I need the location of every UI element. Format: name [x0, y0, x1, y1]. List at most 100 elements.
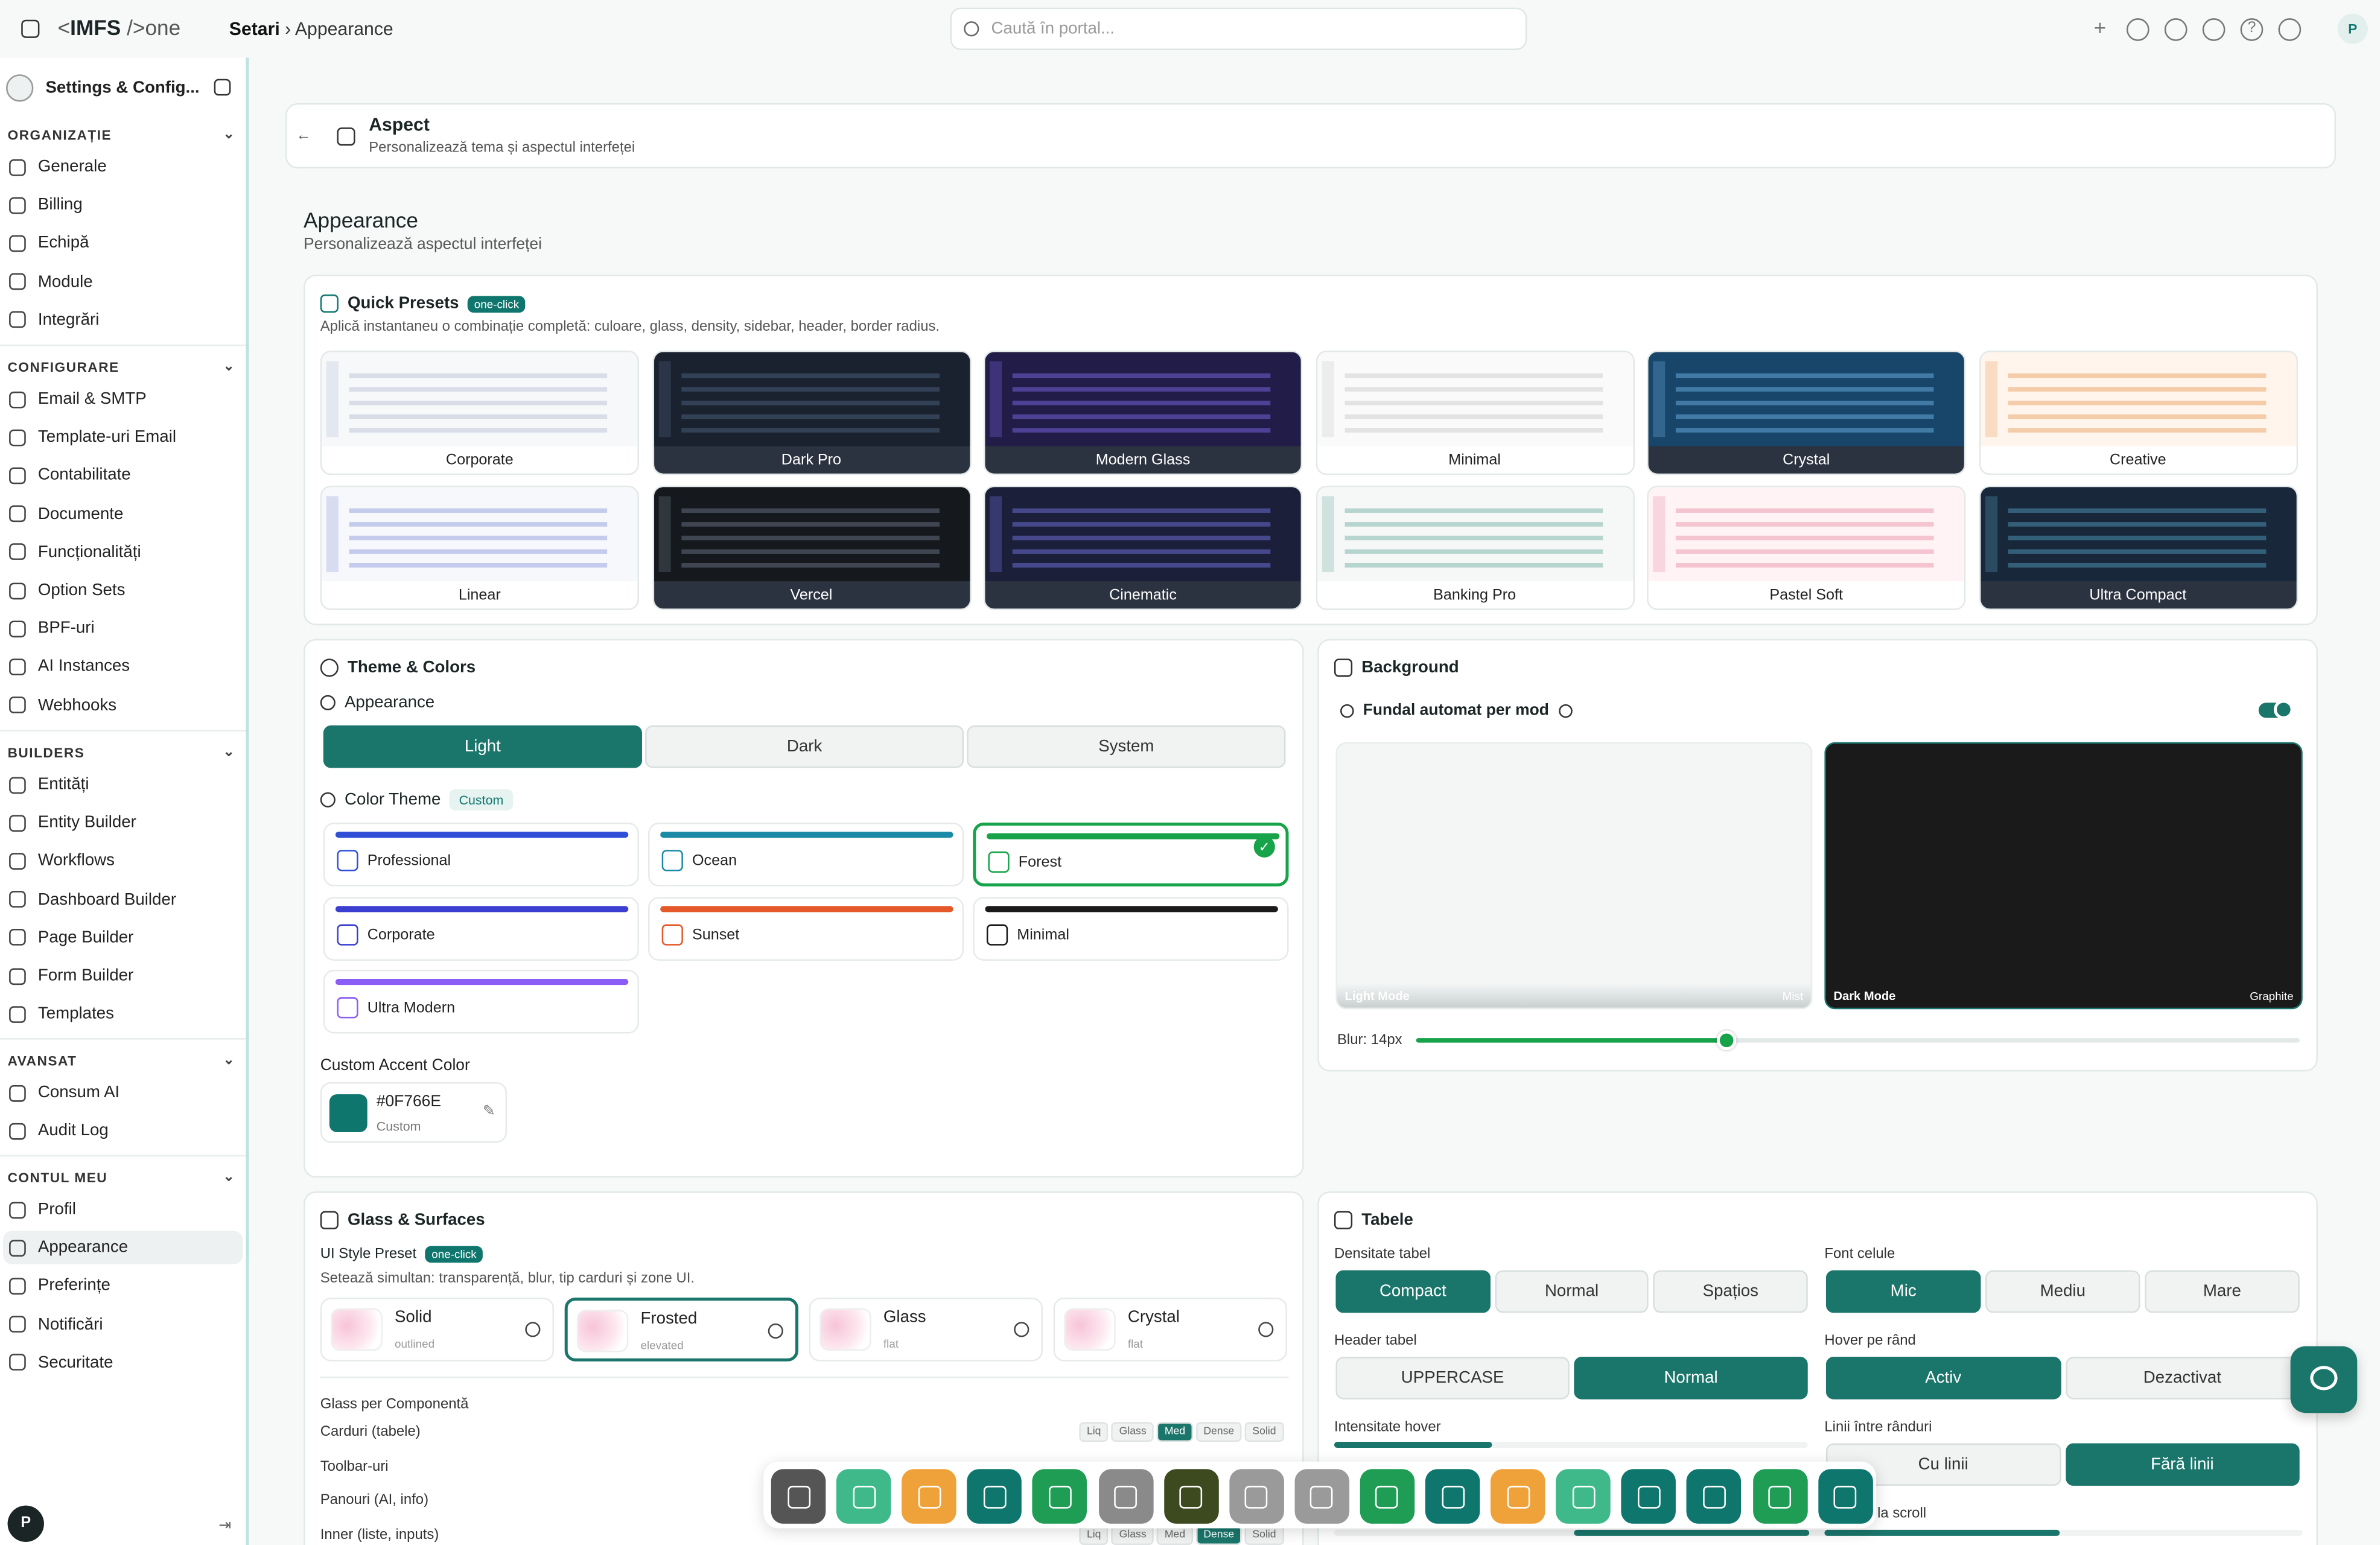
glass-level-option[interactable]: Solid — [1244, 1422, 1284, 1442]
blur-slider-thumb[interactable] — [1716, 1030, 1736, 1051]
color-theme-option[interactable]: Forest ✓ — [973, 822, 1289, 887]
sidebar-item[interactable]: Appearance — [3, 1231, 243, 1265]
sidebar-item[interactable]: Integrări — [3, 303, 243, 336]
dock-bot-button[interactable] — [1752, 1469, 1807, 1524]
sticky-track[interactable] — [1334, 1529, 2303, 1536]
table-option-font[interactable]: Mic — [1825, 1270, 1981, 1313]
sidebar-item[interactable]: Echipă — [3, 227, 243, 260]
sidebar-item[interactable]: Billing — [3, 188, 243, 221]
table-option-density[interactable]: Spațios — [1653, 1270, 1808, 1313]
collapse-icon[interactable] — [214, 78, 231, 96]
sidebar-section-label[interactable]: BUILDERS ⌄ — [8, 744, 235, 760]
search-input[interactable]: Caută în portal... — [950, 7, 1527, 50]
app-logo[interactable]: <IMFS />one — [58, 15, 181, 39]
color-theme-option[interactable]: Ultra Modern — [323, 969, 639, 1034]
table-option-density[interactable]: Compact — [1335, 1270, 1491, 1313]
dock-folder-button[interactable] — [1491, 1469, 1545, 1524]
chevron-down-icon[interactable]: ⌄ — [223, 126, 236, 143]
sidebar-header[interactable]: Settings & Config... — [6, 70, 240, 106]
dock-phone-button[interactable] — [1687, 1469, 1742, 1524]
plus-icon[interactable]: + — [2089, 16, 2111, 40]
table-option-hover[interactable]: Activ — [1825, 1357, 2061, 1400]
dock-plus-button[interactable] — [1621, 1469, 1676, 1524]
ui-style-option[interactable]: Solid outlined — [320, 1298, 555, 1362]
sidebar-item[interactable]: Webhooks — [3, 689, 243, 722]
dock-email-button[interactable] — [1556, 1469, 1611, 1524]
sidebar-item[interactable]: Module — [3, 265, 243, 298]
preset-card[interactable]: Vercel — [652, 485, 971, 610]
accent-picker[interactable]: #0F766E Custom ✎ — [320, 1082, 508, 1143]
sidebar-item[interactable]: Securitate — [3, 1346, 243, 1379]
gear-icon[interactable] — [2164, 17, 2188, 40]
sidebar-item[interactable]: Notificări — [3, 1308, 243, 1341]
dock-mail-button[interactable] — [1163, 1469, 1218, 1524]
ui-style-option[interactable]: Crystal flat — [1053, 1298, 1287, 1362]
eyedropper-icon[interactable]: ✎ — [483, 1103, 495, 1120]
moon-icon[interactable] — [2126, 17, 2149, 40]
preset-card[interactable]: Crystal — [1647, 350, 1966, 476]
sidebar-item[interactable]: Dashboard Builder — [3, 883, 243, 916]
sidebar-section-label[interactable]: ORGANIZAȚIE ⌄ — [8, 126, 235, 143]
sidebar-section-label[interactable]: CONTUL MEU ⌄ — [8, 1168, 235, 1185]
color-theme-option[interactable]: Minimal — [973, 897, 1289, 961]
sidebar-item[interactable]: Templates — [3, 998, 243, 1031]
table-option-lines[interactable]: Fără linii — [2065, 1443, 2300, 1486]
table-option-header[interactable]: Normal — [1574, 1357, 1808, 1400]
preset-card[interactable]: Minimal — [1315, 350, 1634, 476]
sidebar-item[interactable]: Funcționalități — [3, 535, 243, 569]
glass-level-option[interactable]: Liq — [1079, 1422, 1109, 1442]
sidebar-item[interactable]: Audit Log — [3, 1114, 243, 1147]
preset-card[interactable]: Cinematic — [983, 485, 1303, 610]
logout-icon[interactable]: ⇥ — [218, 1518, 231, 1535]
sidebar-item[interactable]: Entități — [3, 768, 243, 801]
chat-button[interactable] — [2290, 1346, 2358, 1413]
sidebar-section-label[interactable]: AVANSAT ⌄ — [8, 1052, 235, 1069]
mode-light-button[interactable]: Light — [323, 725, 642, 768]
bell-icon[interactable] — [2278, 17, 2302, 40]
table-option-header[interactable]: UPPERCASE — [1335, 1357, 1570, 1400]
preset-card[interactable]: Dark Pro — [652, 350, 971, 476]
dock-calculator-button[interactable] — [1032, 1469, 1087, 1524]
color-theme-option[interactable]: Sunset — [648, 897, 964, 961]
dock-hammer-button[interactable] — [902, 1469, 957, 1524]
dock-chat-button[interactable] — [836, 1469, 891, 1524]
glass-level-option[interactable]: Dense — [1195, 1422, 1242, 1442]
sidebar-item[interactable]: Documente — [3, 497, 243, 530]
accent-swatch[interactable] — [329, 1094, 368, 1132]
sidebar-item[interactable]: Form Builder — [3, 959, 243, 992]
avatar[interactable]: P — [2337, 13, 2368, 44]
dock-home-button[interactable] — [771, 1469, 826, 1524]
palette-icon[interactable] — [2202, 17, 2226, 40]
chevron-down-icon[interactable]: ⌄ — [223, 1168, 236, 1185]
sidebar-item[interactable]: Profil — [3, 1193, 243, 1226]
color-theme-option[interactable]: Professional — [323, 822, 639, 887]
preset-card[interactable]: Modern Glass — [983, 350, 1303, 476]
glass-level-option[interactable]: Med — [1157, 1422, 1193, 1442]
sidebar-item[interactable]: Workflows — [3, 844, 243, 878]
table-option-density[interactable]: Normal — [1494, 1270, 1649, 1313]
preset-card[interactable]: Pastel Soft — [1647, 485, 1966, 610]
preset-card[interactable]: Corporate — [320, 350, 639, 476]
dock-shield-button[interactable] — [1294, 1469, 1349, 1524]
sidebar-item[interactable]: Template-uri Email — [3, 421, 243, 454]
sidebar-item[interactable]: Generale — [3, 150, 243, 183]
sidebar-item[interactable]: Entity Builder — [3, 806, 243, 839]
preset-card[interactable]: Banking Pro — [1315, 485, 1634, 610]
glass-level-option[interactable]: Glass — [1112, 1422, 1154, 1442]
color-theme-option[interactable]: Corporate — [323, 897, 639, 961]
auto-bg-toggle[interactable] — [2258, 699, 2294, 719]
mode-dark-button[interactable]: Dark — [645, 725, 964, 768]
dock-users-button[interactable] — [1229, 1469, 1284, 1524]
sidebar-section-label[interactable]: CONFIGURARE ⌄ — [8, 358, 235, 375]
table-option-font[interactable]: Mediu — [1985, 1270, 2140, 1313]
sidebar-item[interactable]: Option Sets — [3, 574, 243, 607]
help-icon[interactable]: ? — [2240, 17, 2264, 40]
light-bg-preview[interactable]: Light Mode Mist — [1335, 742, 1813, 1010]
table-option-hover[interactable]: Dezactivat — [2065, 1357, 2300, 1400]
sidebar-item[interactable]: Email & SMTP — [3, 383, 243, 416]
chevron-down-icon[interactable]: ⌄ — [223, 744, 236, 760]
color-theme-option[interactable]: Ocean — [648, 822, 964, 887]
preset-card[interactable]: Ultra Compact — [1978, 485, 2297, 610]
preset-card[interactable]: Creative — [1978, 350, 2297, 476]
blur-slider-track[interactable] — [1416, 1030, 2300, 1051]
